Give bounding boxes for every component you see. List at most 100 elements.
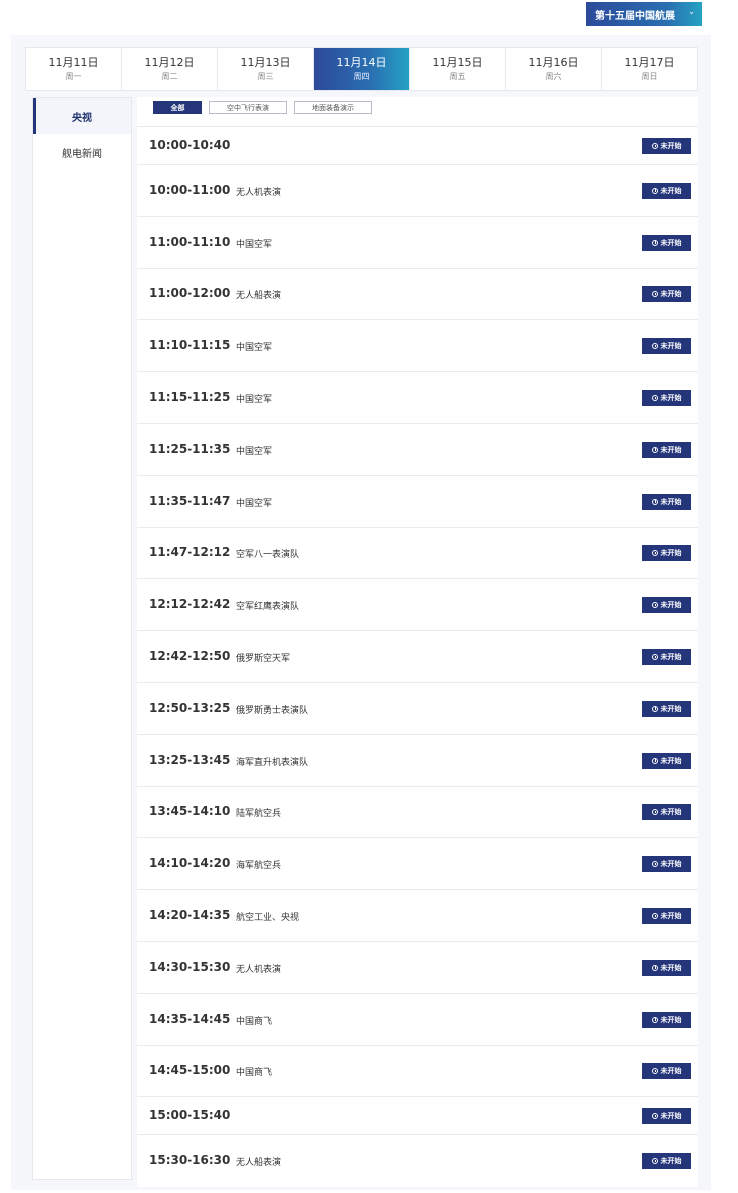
row-program-name: 无人船表演 xyxy=(236,1158,282,1169)
schedule-row: 11:47-12:12 空军八一表演队 未开始 xyxy=(137,526,698,579)
status-label: 未开始 xyxy=(660,653,682,662)
tab-date[interactable]: 11月12日 周二 xyxy=(122,48,218,90)
status-label: 未开始 xyxy=(660,601,682,610)
sidebar-item[interactable]: 舰电新闻 xyxy=(33,134,131,170)
clock-icon xyxy=(651,861,658,868)
clock-icon xyxy=(651,705,658,712)
status-button[interactable]: 未开始 xyxy=(642,1108,691,1125)
tab-date[interactable]: 11月11日 周一 xyxy=(26,48,122,90)
row-time: 11:10-11:15 xyxy=(149,338,231,353)
tab-date[interactable]: 11月14日 周四 xyxy=(314,48,410,90)
row-program-name: 中国商飞 xyxy=(236,1016,273,1027)
status-label: 未开始 xyxy=(660,1067,682,1076)
status-button[interactable]: 未开始 xyxy=(642,1063,691,1080)
status-button[interactable]: 未开始 xyxy=(642,1153,691,1170)
date-tabs: 11月11日 周一 11月12日 周二 11月13日 周三 11月14日 周四 11月15日 周五… xyxy=(25,47,698,91)
status-button[interactable]: 未开始 xyxy=(642,441,691,458)
filter-button[interactable]: 空中飞行表演 xyxy=(209,101,287,114)
clock-icon xyxy=(651,343,658,350)
row-time: 14:10-14:20 xyxy=(149,856,231,871)
row-time: 12:42-12:50 xyxy=(149,649,231,664)
row-time: 11:15-11:25 xyxy=(149,390,231,405)
tab-date[interactable]: 11月16日周六 xyxy=(506,48,602,90)
status-label: 未开始 xyxy=(660,186,682,195)
row-program-name: 空军红鹰表演队 xyxy=(236,602,300,613)
row-program-name: 中国空军 xyxy=(236,239,273,250)
status-label: 未开始 xyxy=(660,963,682,972)
tab-weekday-label: 周六 xyxy=(545,72,562,81)
row-time: 12:50-13:25 xyxy=(149,700,231,715)
status-label: 未开始 xyxy=(660,142,682,150)
sidebar-item[interactable]: 央视 xyxy=(33,98,131,134)
filter-button[interactable]: 地面装备演示 xyxy=(294,101,372,114)
clock-icon xyxy=(651,498,658,505)
status-button[interactable]: 未开始 xyxy=(642,138,691,154)
row-program-name: 无人机表演 xyxy=(236,964,282,975)
status-button[interactable]: 未开始 xyxy=(642,597,691,614)
schedule-row: 11:00-11:10 中国空军 未开始 xyxy=(137,215,698,268)
row-time: 14:45-15:00 xyxy=(149,1063,231,1078)
tab-date-label: 11月12日 xyxy=(144,56,195,69)
status-button[interactable]: 未开始 xyxy=(642,234,691,251)
status-label: 未开始 xyxy=(660,1015,682,1024)
status-button[interactable]: 未开始 xyxy=(642,286,691,303)
row-program-name: 航空工业、央视 xyxy=(236,913,300,924)
schedule-row: 11:25-11:35 中国空军 未开始 xyxy=(137,422,698,475)
status-button[interactable]: 未开始 xyxy=(642,908,691,925)
tab-weekday-label: 周四 xyxy=(353,72,370,81)
status-button[interactable]: 未开始 xyxy=(642,856,691,873)
status-button[interactable]: 未开始 xyxy=(642,752,691,769)
clock-icon xyxy=(651,446,658,453)
status-button[interactable]: 未开始 xyxy=(642,1011,691,1028)
row-program-name: 中国空军 xyxy=(236,498,273,509)
status-button[interactable]: 未开始 xyxy=(642,700,691,717)
clock-icon xyxy=(651,1016,658,1023)
filter-button[interactable]: 全部 xyxy=(153,101,202,114)
schedule-row: 14:30-15:30 无人机表演 未开始 xyxy=(137,940,698,993)
status-label: 未开始 xyxy=(660,860,682,869)
channel-sidebar: 央视 舰电新闻 xyxy=(32,97,132,1180)
clock-icon xyxy=(651,654,658,661)
row-time: 11:00-11:10 xyxy=(149,234,231,249)
status-button[interactable]: 未开始 xyxy=(642,959,691,976)
status-button[interactable]: 未开始 xyxy=(642,390,691,407)
status-button[interactable]: 未开始 xyxy=(642,545,691,562)
clock-icon xyxy=(651,602,658,609)
row-time: 11:47-12:12 xyxy=(149,545,231,560)
schedule-row: 12:12-12:42 空军红鹰表演队 未开始 xyxy=(137,578,698,630)
status-label: 未开始 xyxy=(660,808,682,817)
row-program-name: 空军八一表演队 xyxy=(236,550,300,561)
schedule-row: 13:45-14:10 陆军航空兵 未开始 xyxy=(137,785,698,838)
tab-date-label: 11月16日 xyxy=(528,56,579,69)
status-button[interactable]: 未开始 xyxy=(642,804,691,821)
status-button[interactable]: 未开始 xyxy=(642,338,691,355)
tab-date-label: 11月13日 xyxy=(240,56,291,69)
clock-icon xyxy=(651,143,658,149)
row-time: 11:25-11:35 xyxy=(149,441,231,456)
chevron-down-icon: ⌄ xyxy=(688,7,695,16)
tab-date[interactable]: 11月13日 周三 xyxy=(218,48,314,90)
schedule-row: 10:00-11:00 无人机表演 未开始 xyxy=(137,164,698,216)
status-button[interactable]: 未开始 xyxy=(642,493,691,510)
tab-date[interactable]: 11月15日 周五 xyxy=(410,48,506,90)
schedule-list: 10:00-10:40 未开始 10:00-11:00 无人机表演 未开始 11:00-1… xyxy=(137,126,698,1186)
row-program-name: 海军航空兵 xyxy=(236,861,282,872)
clock-icon xyxy=(651,809,658,816)
schedule-row: 15:00-15:40 未开始 xyxy=(137,1096,698,1134)
event-select-label: 第十五届中国航展 xyxy=(595,10,675,22)
status-label: 未开始 xyxy=(660,342,682,351)
schedule-row: 14:45-15:00 中国商飞 未开始 xyxy=(137,1044,698,1097)
status-button[interactable]: 未开始 xyxy=(642,649,691,666)
row-time: 14:30-15:30 xyxy=(149,959,231,974)
schedule-row: 14:35-14:45 中国商飞 未开始 xyxy=(137,992,698,1045)
status-label: 未开始 xyxy=(660,394,682,403)
tab-weekday-label: 周一 xyxy=(65,72,82,81)
status-label: 未开始 xyxy=(660,1157,682,1166)
tab-weekday-label: 周日 xyxy=(641,72,658,81)
row-time: 14:35-14:45 xyxy=(149,1011,231,1026)
status-button[interactable]: 未开始 xyxy=(642,182,691,199)
sidebar-item-label: 舰电新闻 xyxy=(62,148,102,160)
schedule-row: 14:20-14:35 航空工业、央视 未开始 xyxy=(137,889,698,941)
tab-date[interactable]: 11月17日 周日 xyxy=(602,48,697,90)
event-select[interactable]: 第十五届中国航展 ⌄ xyxy=(586,2,702,26)
